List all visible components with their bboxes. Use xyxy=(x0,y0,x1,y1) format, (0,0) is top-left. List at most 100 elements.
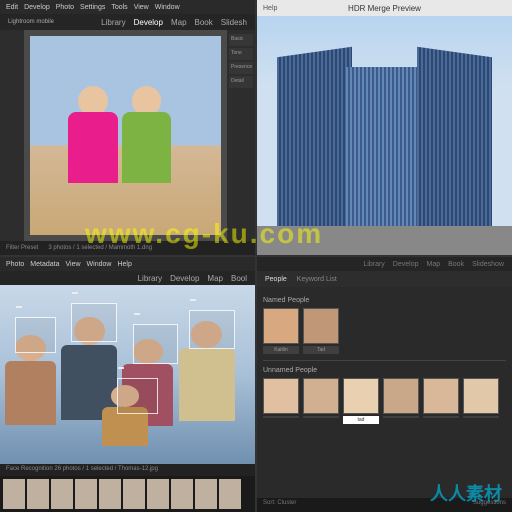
menubar-bl: Photo Metadata View Window Help xyxy=(0,257,255,271)
face-tag-input[interactable] xyxy=(16,306,22,308)
face-tag-input[interactable] xyxy=(118,367,124,369)
module-picker: Lightroom mobile Library Develop Map Boo… xyxy=(0,14,255,30)
filmstrip-thumb[interactable] xyxy=(27,479,49,509)
module-library[interactable]: Library xyxy=(101,18,125,27)
face-name-input[interactable] xyxy=(383,416,419,418)
module-book[interactable]: Book xyxy=(195,18,213,27)
unnamed-face[interactable] xyxy=(423,378,459,424)
face-region[interactable] xyxy=(117,378,158,414)
status-bar: Filter Preset 3 photos / 1 selected / Ma… xyxy=(0,241,255,255)
face-name-input[interactable]: tad xyxy=(343,416,379,424)
menu-window[interactable]: Window xyxy=(155,4,180,11)
module-develop-bl[interactable]: Develop xyxy=(170,274,199,283)
people-tabs: People Keyword List xyxy=(257,271,512,287)
filmstrip-thumb[interactable] xyxy=(75,479,97,509)
module-book-br[interactable]: Book xyxy=(448,261,464,268)
face-name-input[interactable] xyxy=(423,416,459,418)
module-develop-br[interactable]: Develop xyxy=(393,261,419,268)
named-people-label: Named People xyxy=(263,297,506,304)
filmstrip-thumb[interactable] xyxy=(195,479,217,509)
unnamed-face[interactable] xyxy=(263,378,299,424)
unnamed-face[interactable] xyxy=(463,378,499,424)
menu-develop[interactable]: Develop xyxy=(24,4,50,11)
section-divider xyxy=(263,360,506,361)
menu-photo-bl[interactable]: Photo xyxy=(6,261,24,268)
hdr-preview-panel: Help HDR Merge Preview xyxy=(257,0,512,255)
module-map[interactable]: Map xyxy=(171,18,187,27)
menu-view-bl[interactable]: View xyxy=(65,261,80,268)
right-panel[interactable]: Basic Tone Presence Detail xyxy=(227,30,255,241)
face-name-input[interactable] xyxy=(263,416,299,418)
selection-status: 3 photos / 1 selected / Mammoth 1.dng xyxy=(48,245,152,251)
face-region[interactable] xyxy=(133,324,179,363)
face-region[interactable] xyxy=(15,317,56,353)
filmstrip-thumb[interactable] xyxy=(219,479,241,509)
develop-panel: Edit Develop Photo Settings Tools View W… xyxy=(0,0,255,255)
menu-metadata[interactable]: Metadata xyxy=(30,261,59,268)
lightroom-mobile-label: Lightroom mobile xyxy=(8,19,54,25)
face-name-label: Tad xyxy=(303,346,339,354)
menu-tools[interactable]: Tools xyxy=(111,4,127,11)
face-region[interactable] xyxy=(71,303,117,342)
module-map-bl[interactable]: Map xyxy=(207,274,223,283)
filter-label: Filter Preset xyxy=(6,245,38,251)
module-book-bl[interactable]: Bool xyxy=(231,274,247,283)
module-picker-br: Library Develop Map Book Slideshow xyxy=(257,257,512,271)
filmstrip-thumb[interactable] xyxy=(3,479,25,509)
unnamed-people-row: tad xyxy=(263,378,506,424)
menu-settings[interactable]: Settings xyxy=(80,4,105,11)
unnamed-people-label: Unnamed People xyxy=(263,367,506,374)
hdr-titlebar: Help HDR Merge Preview xyxy=(257,0,512,16)
filmstrip-thumb[interactable] xyxy=(99,479,121,509)
filmstrip-thumb[interactable] xyxy=(51,479,73,509)
filmstrip-thumb[interactable] xyxy=(147,479,169,509)
filmstrip-thumb[interactable] xyxy=(171,479,193,509)
unnamed-face[interactable]: tad xyxy=(343,378,379,424)
face-recognition-status: Face Recognition 26 photos / 1 selected … xyxy=(6,466,158,472)
named-face[interactable]: Tad xyxy=(303,308,339,354)
filmstrip[interactable] xyxy=(0,476,255,512)
menu-window-bl[interactable]: Window xyxy=(87,261,112,268)
hdr-title: HDR Merge Preview xyxy=(348,4,421,13)
panel-presence[interactable]: Presence xyxy=(229,62,253,74)
tab-people[interactable]: People xyxy=(265,276,287,283)
tab-keyword-list[interactable]: Keyword List xyxy=(297,276,337,283)
named-face[interactable]: Kaitlin xyxy=(263,308,299,354)
menu-help[interactable]: Help xyxy=(263,5,277,12)
face-tag-input[interactable] xyxy=(134,313,140,315)
unnamed-face[interactable] xyxy=(383,378,419,424)
panel-basic[interactable]: Basic xyxy=(229,34,253,46)
named-people-row: Kaitlin Tad xyxy=(263,308,506,354)
unnamed-face[interactable] xyxy=(303,378,339,424)
sort-label[interactable]: Sort: Cluster xyxy=(263,500,296,510)
suggestions-label[interactable]: Suggestions xyxy=(473,500,506,510)
people-photo[interactable] xyxy=(0,285,255,464)
menu-view[interactable]: View xyxy=(134,4,149,11)
module-develop[interactable]: Develop xyxy=(134,18,163,27)
status-bar-br: Sort: Cluster Suggestions xyxy=(257,498,512,512)
module-slideshow-br[interactable]: Slideshow xyxy=(472,261,504,268)
people-loupe-panel: Photo Metadata View Window Help Library … xyxy=(0,257,255,512)
menu-photo[interactable]: Photo xyxy=(56,4,74,11)
module-library-br[interactable]: Library xyxy=(363,261,384,268)
menu-help-bl[interactable]: Help xyxy=(117,261,131,268)
face-tag-input[interactable] xyxy=(190,299,196,301)
hdr-preview-image[interactable] xyxy=(257,16,512,255)
face-tag-input[interactable] xyxy=(72,292,78,294)
photo-preview xyxy=(30,36,221,235)
module-library-bl[interactable]: Library xyxy=(138,274,162,283)
menu-edit[interactable]: Edit xyxy=(6,4,18,11)
left-panel[interactable] xyxy=(0,30,24,241)
filmstrip-thumb[interactable] xyxy=(123,479,145,509)
photo-viewport[interactable] xyxy=(24,30,227,241)
module-slideshow[interactable]: Slidesh xyxy=(221,18,247,27)
menubar: Edit Develop Photo Settings Tools View W… xyxy=(0,0,255,14)
panel-tone[interactable]: Tone xyxy=(229,48,253,60)
face-name-input[interactable] xyxy=(303,416,339,418)
module-map-br[interactable]: Map xyxy=(426,261,440,268)
face-name-input[interactable] xyxy=(463,416,499,418)
panel-detail[interactable]: Detail xyxy=(229,76,253,88)
face-region[interactable] xyxy=(189,310,235,349)
module-picker-bl: Library Develop Map Bool xyxy=(0,271,255,285)
status-bar-bl: Face Recognition 26 photos / 1 selected … xyxy=(0,464,255,476)
